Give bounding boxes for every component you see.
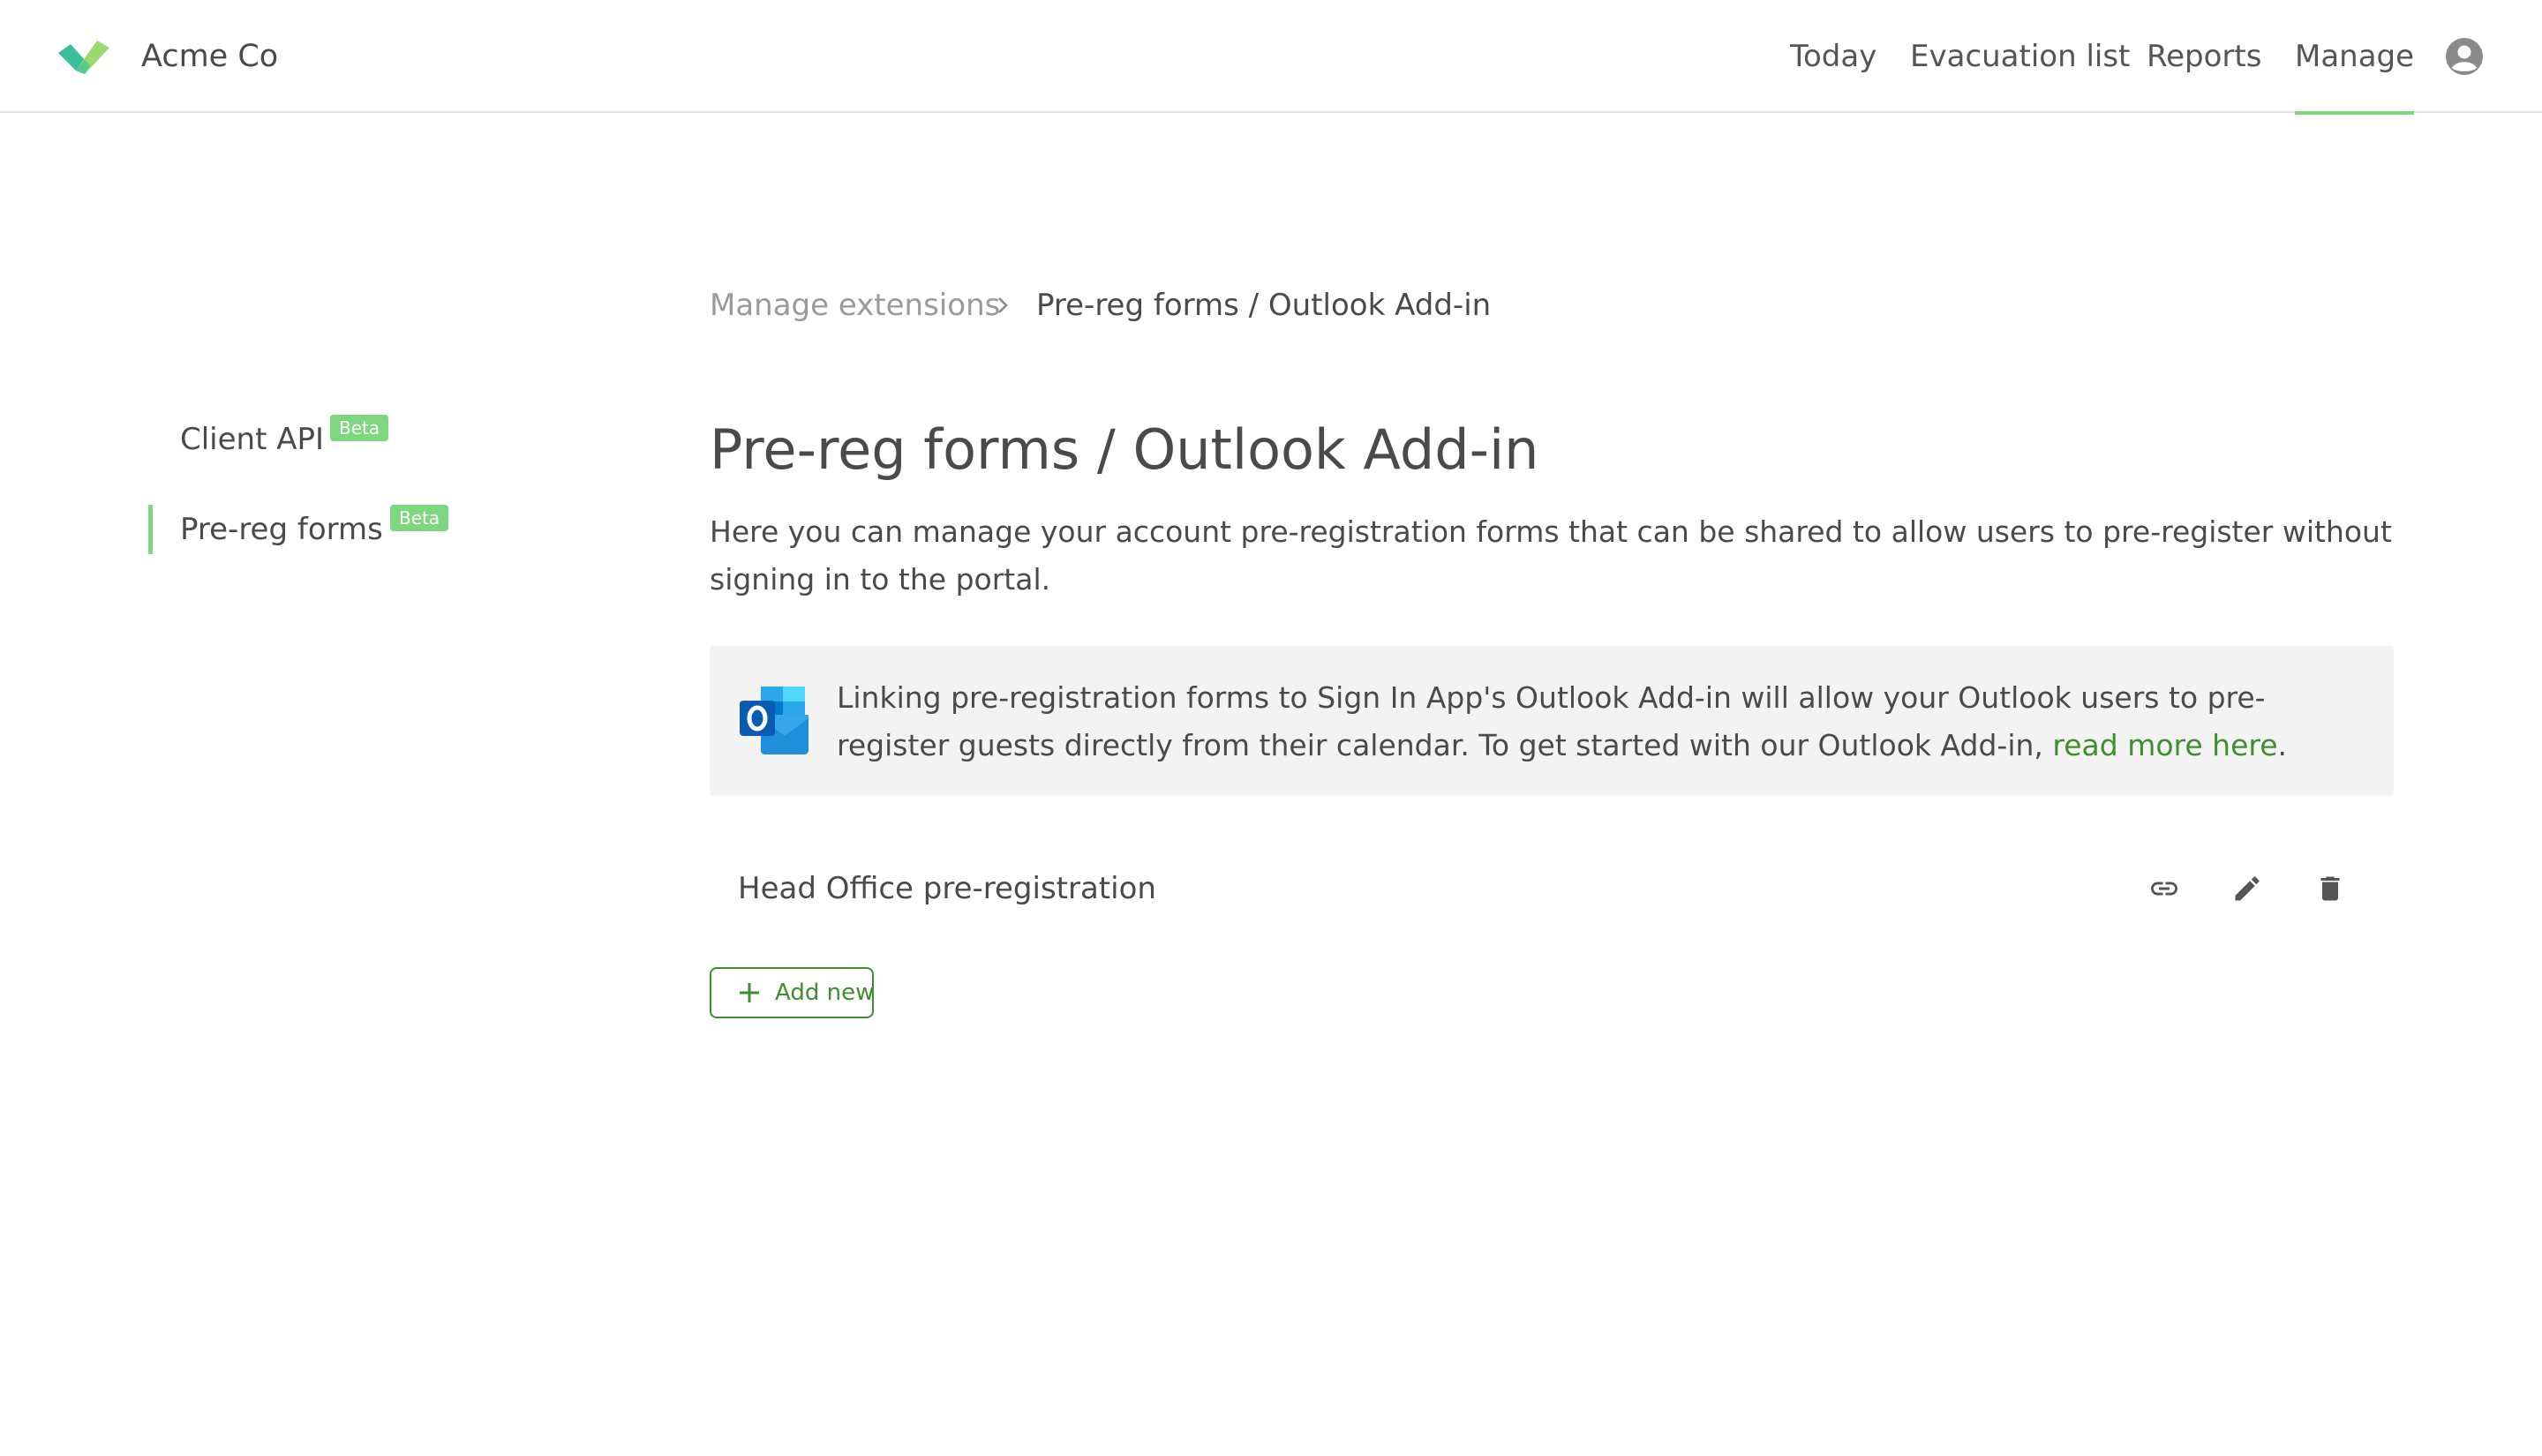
add-new-button[interactable]: Add new (710, 967, 874, 1018)
top-navigation-bar: Acme Co Today Evacuation list Reports Ma… (0, 0, 2542, 115)
app-logo-icon[interactable] (55, 35, 113, 76)
form-name[interactable]: Head Office pre-registration (738, 867, 1156, 910)
nav-manage[interactable]: Manage (2295, 0, 2415, 115)
nav-today[interactable]: Today (1790, 0, 1876, 113)
edit-button[interactable] (2229, 870, 2266, 907)
outlook-info-text: Linking pre-registration forms to Sign I… (837, 674, 2373, 769)
list-item[interactable]: Head Office pre-registration (710, 858, 2394, 919)
link-icon (2151, 882, 2177, 896)
read-more-link[interactable]: read more here (2052, 728, 2277, 762)
beta-badge: Beta (390, 505, 449, 531)
nav-reports[interactable]: Reports (2147, 0, 2261, 113)
edit-icon (2235, 876, 2260, 901)
outlook-icon (740, 687, 808, 754)
user-account-icon[interactable] (2445, 37, 2484, 76)
copy-link-button[interactable] (2146, 870, 2183, 907)
plus-icon (740, 983, 759, 1002)
delete-icon (2320, 876, 2340, 901)
sidebar-item-label: Pre-reg forms (180, 512, 383, 547)
breadcrumb-current: Pre-reg forms / Outlook Add-in (1036, 288, 1492, 323)
page-description: Here you can manage your account pre-reg… (710, 514, 2392, 597)
delete-button[interactable] (2312, 870, 2349, 907)
nav-evacuation-list[interactable]: Evacuation list (1910, 0, 2130, 113)
info-text-body: Linking pre-registration forms to Sign I… (837, 680, 2266, 762)
chevron-right-icon (998, 297, 1008, 313)
info-text-suffix: . (2277, 728, 2288, 762)
add-new-label: Add new (775, 979, 875, 1006)
breadcrumb-manage-extensions[interactable]: Manage extensions (710, 284, 1000, 326)
beta-badge: Beta (330, 415, 389, 441)
company-name: Acme Co (141, 39, 279, 74)
sidebar-item-label: Client API (180, 422, 325, 457)
outlook-info-panel: Linking pre-registration forms to Sign I… (710, 646, 2394, 796)
page-title: Pre-reg forms / Outlook Add-in (710, 417, 1539, 482)
